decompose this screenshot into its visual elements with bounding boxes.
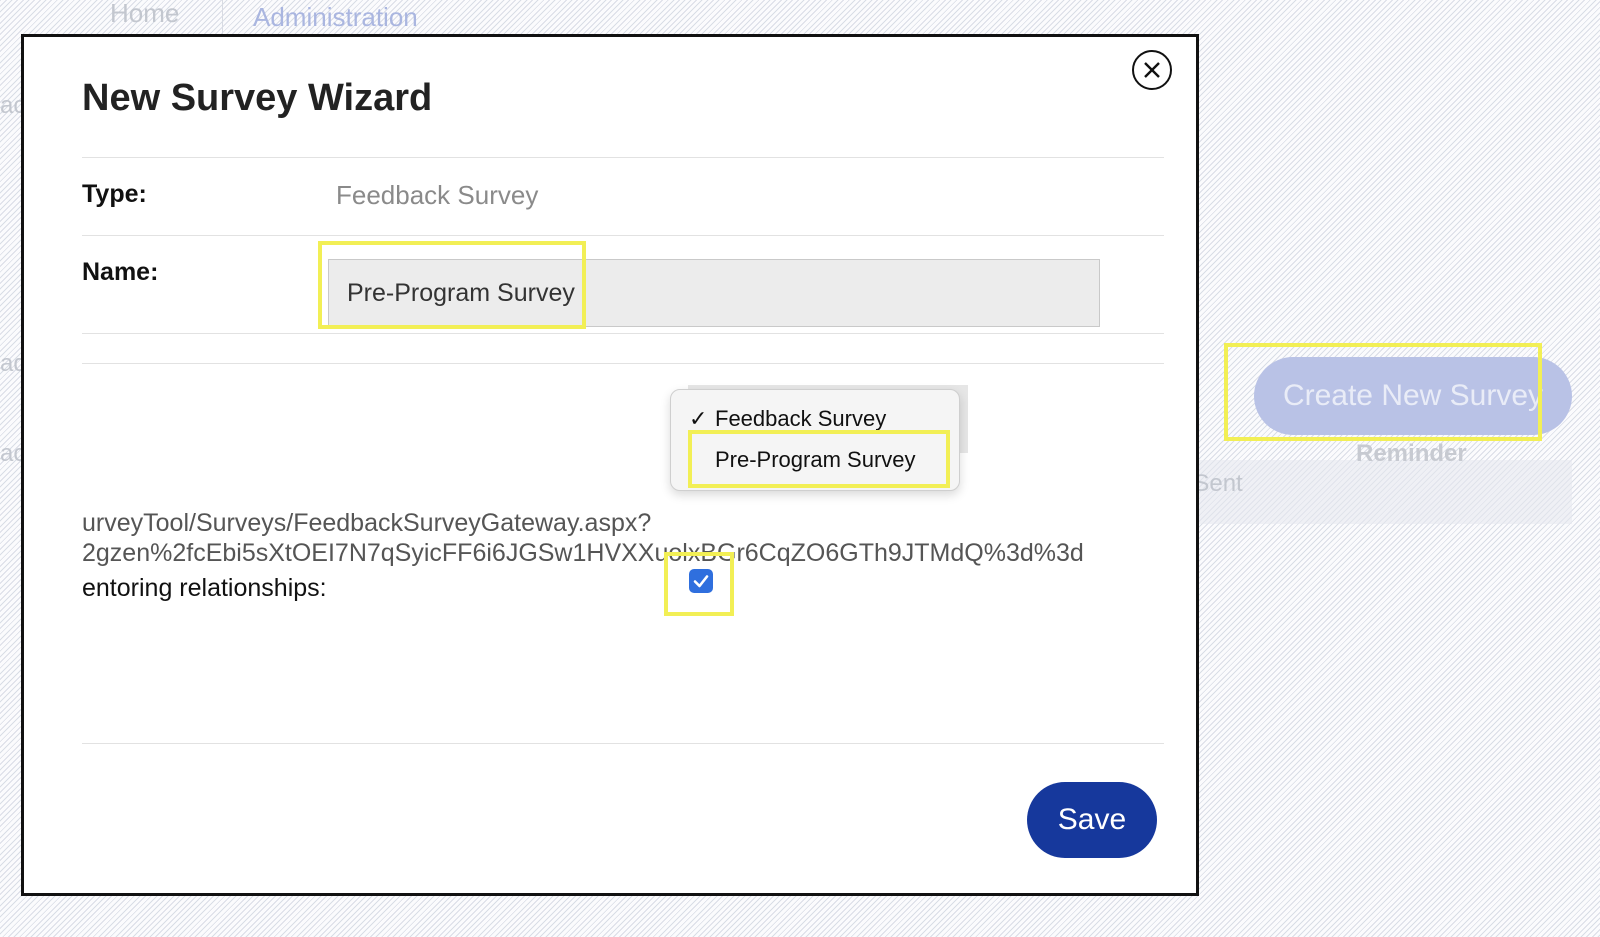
- dropdown-option-label: Feedback Survey: [715, 406, 887, 431]
- close-icon: [1144, 62, 1160, 78]
- mentoring-relationships-label: entoring relationships:: [82, 574, 327, 602]
- divider: [82, 743, 1164, 744]
- divider: [82, 363, 1164, 364]
- new-survey-wizard-modal: New Survey Wizard Type: Feedback Survey …: [21, 34, 1199, 896]
- divider: [82, 235, 1164, 236]
- modal-title: New Survey Wizard: [82, 77, 433, 119]
- checkmark-icon: [693, 575, 709, 588]
- dropdown-option-pre-program-survey[interactable]: Pre-Program Survey: [689, 447, 916, 473]
- dropdown-option-label: Pre-Program Survey: [715, 447, 916, 472]
- dropdown-option-feedback-survey[interactable]: ✓ Feedback Survey: [689, 406, 886, 432]
- survey-url-line-2: 2gzen%2fcEbi5sXtOEI7N7qSyicFF6i6JGSw1HVX…: [82, 539, 1084, 567]
- bg-column-reminder: Reminder: [1356, 440, 1467, 467]
- type-value: Feedback Survey: [336, 180, 539, 210]
- survey-type-dropdown-menu: ✓ Feedback Survey Pre-Program Survey: [670, 389, 960, 491]
- name-label: Name:: [82, 258, 159, 286]
- save-button[interactable]: Save: [1027, 782, 1157, 858]
- type-label: Type:: [82, 180, 147, 208]
- mentoring-relationships-checkbox[interactable]: [689, 569, 713, 593]
- create-new-survey-button[interactable]: Create New Survey: [1254, 357, 1572, 435]
- name-input[interactable]: [328, 259, 1100, 327]
- checkmark-icon: ✓: [689, 406, 708, 431]
- divider: [82, 157, 1164, 158]
- close-button[interactable]: [1132, 50, 1172, 90]
- bg-tab-separator: [222, 0, 223, 34]
- survey-url-line-1: urveyTool/Surveys/FeedbackSurveyGateway.…: [82, 509, 652, 537]
- divider: [82, 333, 1164, 334]
- bg-tab-administration[interactable]: Administration: [253, 2, 418, 33]
- bg-tab-home[interactable]: Home: [110, 0, 179, 29]
